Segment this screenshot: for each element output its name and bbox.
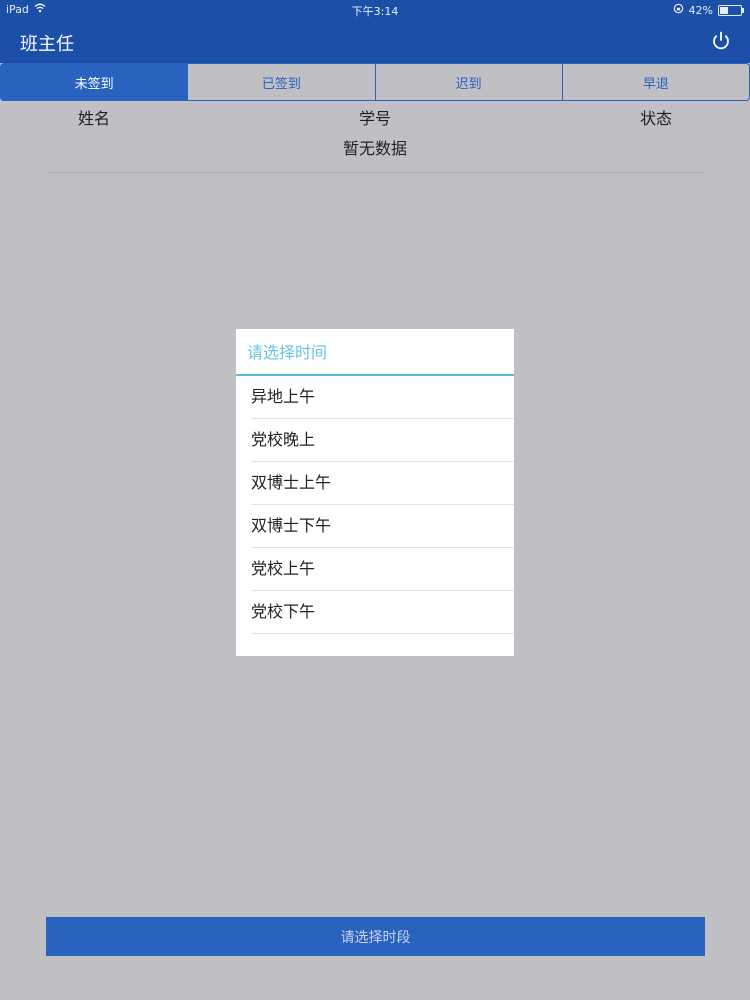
lock-rotation-icon [673,3,684,17]
tab-label: 早退 [642,76,669,92]
dialog-option[interactable]: 双博士上午 [251,462,514,505]
battery-icon [718,4,744,16]
select-period-button[interactable]: 请选择时段 [46,917,705,956]
tab-label: 未签到 [74,76,114,92]
tab-signed[interactable]: 已签到 [188,63,376,101]
time-picker-dialog: 请选择时间 异地上午 党校晚上 双博士上午 双博士下午 党校上午 党校下午 [236,329,514,656]
dialog-option[interactable]: 党校下午 [251,591,514,634]
tab-early-leave[interactable]: 早退 [562,63,750,101]
dialog-option[interactable]: 双博士下午 [251,505,514,548]
page-title: 班主任 [20,34,74,55]
column-header-name: 姓名 [78,109,111,128]
tab-late[interactable]: 迟到 [375,63,563,101]
column-header-student-id: 学号 [359,109,392,128]
table-header: 姓名 学号 状态 [0,105,750,129]
status-bar: iPad 下午3:14 42% [0,0,750,20]
tab-label: 迟到 [455,76,482,92]
status-time: 下午3:14 [351,5,399,18]
tab-unsigned[interactable]: 未签到 [0,63,189,101]
empty-state-text: 暂无数据 [342,139,407,158]
navbar: 班主任 [0,20,750,63]
dialog-title: 请选择时间 [236,329,514,376]
segmented-tabs: 未签到 已签到 迟到 早退 [0,63,750,101]
tab-label: 已签到 [261,76,301,92]
divider [48,172,704,173]
status-right: 42% [673,3,744,17]
dialog-option[interactable]: 党校晚上 [251,419,514,462]
power-icon[interactable] [710,30,732,52]
battery-fill [720,6,728,14]
dialog-option[interactable]: 异地上午 [251,376,514,419]
dialog-option[interactable]: 党校上午 [251,548,514,591]
battery-percent: 42% [688,3,713,17]
column-header-status: 状态 [640,109,673,128]
